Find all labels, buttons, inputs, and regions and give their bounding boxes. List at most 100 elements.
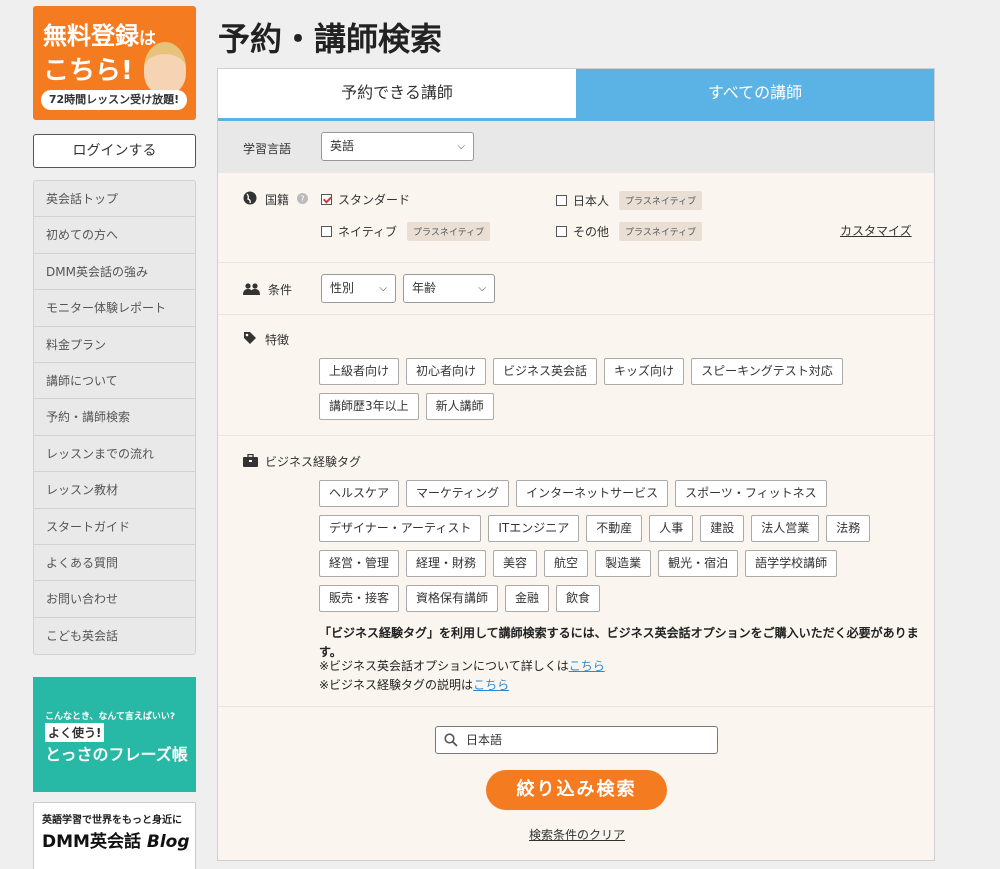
business-tag[interactable]: 経理・財務 <box>406 550 487 577</box>
divider <box>218 435 934 436</box>
sidebar-item-flow[interactable]: レッスンまでの流れ <box>34 435 195 473</box>
checkbox-other[interactable] <box>556 226 567 237</box>
divider <box>218 706 934 707</box>
sidebar-item-monitor-report[interactable]: モニター体験レポート <box>34 290 195 327</box>
business-tag-help-note: ※ビジネス経験タグの説明はこちら <box>319 678 510 692</box>
business-tag[interactable]: 法務 <box>826 515 871 542</box>
nationality-option-other[interactable]: その他 プラスネイティブ <box>556 222 703 241</box>
business-tag[interactable]: 資格保有講師 <box>406 585 499 612</box>
gender-select[interactable]: 性別 ⌵ <box>321 274 396 303</box>
info-icon[interactable]: ? <box>297 193 308 204</box>
checkbox-standard[interactable] <box>321 194 332 205</box>
search-panel: 予約できる講師 すべての講師 学習言語 英語 ⌵ 国籍 ? スタンダード 日本人プ… <box>217 68 935 861</box>
sidebar-item-strengths[interactable]: DMM英会話の強み <box>34 253 195 291</box>
business-tag[interactable]: マーケティング <box>406 480 510 507</box>
nationality-option-standard[interactable]: スタンダード <box>321 191 410 208</box>
phrase-book-banner[interactable]: こんなとき、なんて言えばいい? よく使う! とっさのフレーズ帳 <box>33 677 196 793</box>
free-signup-banner[interactable]: 無料登録は こちら! 72時間レッスン受け放題! <box>33 6 196 120</box>
divider <box>218 314 934 315</box>
globe-icon <box>243 191 257 205</box>
chevron-down-icon: ⌵ <box>478 283 486 294</box>
sidebar-item-teachers[interactable]: 講師について <box>34 362 195 400</box>
business-tag[interactable]: 法人営業 <box>751 515 820 542</box>
checkbox-japanese[interactable] <box>556 195 567 206</box>
business-tag[interactable]: ITエンジニア <box>488 515 580 542</box>
business-tag[interactable]: 経営・管理 <box>319 550 400 577</box>
language-label: 学習言語 <box>243 142 292 156</box>
svg-text:?: ? <box>300 195 304 204</box>
login-button[interactable]: ログインする <box>33 134 196 168</box>
sidebar-item-pricing[interactable]: 料金プラン <box>34 326 195 363</box>
checkbox-native[interactable] <box>321 226 332 237</box>
filter-search-button[interactable]: 絞り込み検索 <box>486 770 667 810</box>
users-icon <box>243 283 260 295</box>
business-tag[interactable]: 飲食 <box>556 585 601 612</box>
business-tag-help-link[interactable]: こちら <box>473 678 509 692</box>
banner1-small-text: こんなとき、なんて言えばいい? <box>45 712 176 723</box>
promo-line1: 無料登録は <box>43 22 156 50</box>
conditions-label: 条件 <box>268 283 293 297</box>
chevron-down-icon: ⌵ <box>457 141 465 152</box>
clear-conditions-link[interactable]: 検索条件のクリア <box>529 826 625 843</box>
language-select[interactable]: 英語 ⌵ <box>321 132 474 161</box>
customize-link[interactable]: カスタマイズ <box>840 222 912 239</box>
sidebar-item-search[interactable]: 予約・講師検索 <box>34 399 195 436</box>
plus-native-tag: プラスネイティブ <box>619 222 703 241</box>
nationality-label: 国籍 <box>265 193 290 207</box>
business-tags-label: ビジネス経験タグ <box>265 455 362 469</box>
plus-native-tag: プラスネイティブ <box>407 222 491 241</box>
page-title: 予約・講師検索 <box>218 20 443 58</box>
feature-tag[interactable]: キッズ向け <box>604 358 685 385</box>
banner1-mid-text: よく使う! <box>45 723 105 743</box>
business-option-link[interactable]: こちら <box>569 659 605 673</box>
tag-icon <box>244 332 256 344</box>
blog-banner[interactable]: 英語学習で世界をもっと身近に DMM英会話 Blog <box>33 802 196 869</box>
sidebar-item-contact[interactable]: お問い合わせ <box>34 581 195 618</box>
blog-banner-tagline: 英語学習で世界をもっと身近に <box>42 815 182 827</box>
business-tag[interactable]: 建設 <box>700 515 745 542</box>
feature-tag[interactable]: 講師歴3年以上 <box>319 393 419 420</box>
briefcase-icon <box>243 454 258 467</box>
feature-tag[interactable]: スピーキングテスト対応 <box>691 358 843 385</box>
age-select[interactable]: 年齢 ⌵ <box>403 274 495 303</box>
sidebar-item-start-guide[interactable]: スタートガイド <box>34 508 195 545</box>
business-tag[interactable]: 航空 <box>544 550 589 577</box>
business-tag[interactable]: 製造業 <box>595 550 652 577</box>
sidebar-nav: 英会話トップ 初めての方へ DMM英会話の強み モニター体験レポート 料金プラン… <box>33 180 196 656</box>
banner1-big-text: とっさのフレーズ帳 <box>45 745 188 765</box>
business-tag[interactable]: 金融 <box>505 585 550 612</box>
feature-tag[interactable]: 上級者向け <box>319 358 400 385</box>
sidebar-item-top[interactable]: 英会話トップ <box>34 181 195 218</box>
sidebar-item-materials[interactable]: レッスン教材 <box>34 472 195 509</box>
promo-line2: こちら! <box>43 56 133 86</box>
feature-tags: 上級者向け 初心者向け ビジネス英会話 キッズ向け スピーキングテスト対応 講師… <box>319 358 859 428</box>
sidebar-item-faq[interactable]: よくある質問 <box>34 544 195 582</box>
business-tag[interactable]: インターネットサービス <box>516 480 669 507</box>
feature-tag[interactable]: 新人講師 <box>425 393 494 420</box>
business-tag[interactable]: 不動産 <box>586 515 643 542</box>
nationality-option-native[interactable]: ネイティブ プラスネイティブ <box>321 222 491 241</box>
business-tag[interactable]: 語学学校講師 <box>745 550 838 577</box>
language-row: 学習言語 英語 ⌵ <box>218 121 934 173</box>
business-tag[interactable]: 人事 <box>649 515 694 542</box>
feature-tag[interactable]: 初心者向け <box>406 358 487 385</box>
nationality-option-japanese[interactable]: 日本人 プラスネイティブ <box>556 191 703 210</box>
tab-all-teachers[interactable]: すべての講師 <box>576 69 934 121</box>
promo-person-image <box>144 42 186 94</box>
keyword-search-input[interactable]: 日本語 <box>435 726 718 754</box>
chevron-down-icon: ⌵ <box>379 283 387 294</box>
business-tag[interactable]: 観光・宿泊 <box>658 550 739 577</box>
search-icon <box>444 733 458 747</box>
sidebar-item-kids[interactable]: こども英会話 <box>34 617 195 655</box>
tab-available-teachers[interactable]: 予約できる講師 <box>218 69 576 121</box>
divider <box>218 262 934 263</box>
business-tag[interactable]: デザイナー・アーティスト <box>319 515 482 542</box>
business-tag[interactable]: スポーツ・フィットネス <box>675 480 827 507</box>
business-tag[interactable]: ヘルスケア <box>319 480 400 507</box>
business-tag[interactable]: 美容 <box>493 550 538 577</box>
business-tag[interactable]: 販売・接客 <box>319 585 400 612</box>
business-option-note: ※ビジネス英会話オプションについて詳しくはこちら <box>319 659 605 673</box>
feature-tag[interactable]: ビジネス英会話 <box>493 358 598 385</box>
sidebar-item-first-time[interactable]: 初めての方へ <box>34 217 195 254</box>
features-label: 特徴 <box>265 333 290 347</box>
